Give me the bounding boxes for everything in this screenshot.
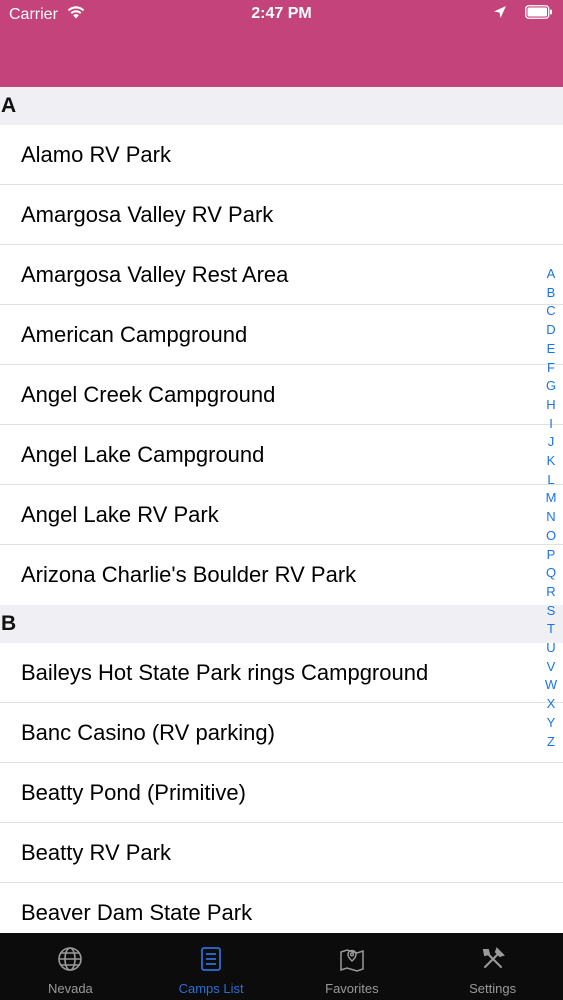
tab-label: Settings bbox=[469, 981, 517, 996]
map-pin-icon bbox=[338, 945, 366, 973]
index-letter-t[interactable]: T bbox=[547, 620, 555, 639]
section-index[interactable]: ABCDEFGHIJKLMNOPQRSTUVWXYZ bbox=[543, 265, 559, 751]
list-item[interactable]: Angel Creek Campground bbox=[0, 365, 563, 425]
nav-bar: Carrier 2:47 PM bbox=[0, 0, 563, 87]
location-arrow-icon bbox=[493, 5, 507, 24]
index-letter-s[interactable]: S bbox=[547, 602, 556, 621]
tab-label: Nevada bbox=[47, 981, 93, 996]
index-letter-p[interactable]: P bbox=[547, 546, 556, 565]
index-letter-x[interactable]: X bbox=[547, 695, 556, 714]
index-letter-q[interactable]: Q bbox=[546, 564, 556, 583]
tab-nevada[interactable]: Nevada bbox=[0, 933, 141, 1000]
index-letter-o[interactable]: O bbox=[546, 527, 556, 546]
tab-label: Favorites bbox=[325, 981, 379, 996]
index-letter-l[interactable]: L bbox=[547, 471, 554, 490]
index-letter-m[interactable]: M bbox=[546, 489, 557, 508]
index-letter-c[interactable]: C bbox=[546, 302, 555, 321]
index-letter-v[interactable]: V bbox=[547, 658, 556, 677]
index-letter-j[interactable]: J bbox=[548, 433, 555, 452]
battery-icon bbox=[525, 5, 553, 24]
index-letter-z[interactable]: Z bbox=[547, 733, 555, 752]
index-letter-n[interactable]: N bbox=[546, 508, 555, 527]
camps-list[interactable]: A Alamo RV Park Amargosa Valley RV Park Ama… bbox=[0, 87, 563, 933]
index-letter-b[interactable]: B bbox=[547, 284, 556, 303]
status-time: 2:47 PM bbox=[251, 5, 312, 22]
index-letter-w[interactable]: W bbox=[545, 676, 557, 695]
list-item[interactable]: Angel Lake RV Park bbox=[0, 485, 563, 545]
list-icon bbox=[197, 945, 225, 973]
list-item[interactable]: Beaver Dam State Park bbox=[0, 883, 563, 933]
list-item[interactable]: Alamo RV Park bbox=[0, 125, 563, 185]
list-item[interactable]: Angel Lake Campground bbox=[0, 425, 563, 485]
tab-favorites[interactable]: Favorites bbox=[282, 933, 423, 1000]
list-item[interactable]: Banc Casino (RV parking) bbox=[0, 703, 563, 763]
index-letter-h[interactable]: H bbox=[546, 396, 555, 415]
index-letter-f[interactable]: F bbox=[547, 359, 555, 378]
index-letter-i[interactable]: I bbox=[549, 415, 553, 434]
list-item[interactable]: Beatty RV Park bbox=[0, 823, 563, 883]
list-item[interactable]: Amargosa Valley Rest Area bbox=[0, 245, 563, 305]
section-header-a: A bbox=[0, 87, 563, 125]
status-right bbox=[493, 5, 553, 24]
tab-camps-list[interactable]: Camps List bbox=[141, 933, 282, 1000]
index-letter-y[interactable]: Y bbox=[547, 714, 556, 733]
tab-bar: Nevada Camps List Favorites Settings bbox=[0, 933, 563, 1000]
tools-icon bbox=[479, 945, 507, 973]
index-letter-g[interactable]: G bbox=[546, 377, 556, 396]
tab-label: Camps List bbox=[178, 981, 244, 996]
index-letter-d[interactable]: D bbox=[546, 321, 555, 340]
list-item[interactable]: Baileys Hot State Park rings Campground bbox=[0, 643, 563, 703]
index-letter-k[interactable]: K bbox=[547, 452, 556, 471]
list-item[interactable]: Amargosa Valley RV Park bbox=[0, 185, 563, 245]
section-header-b: B bbox=[0, 605, 563, 643]
screen: Carrier 2:47 PM A Alamo RV Park Amargosa… bbox=[0, 0, 563, 1000]
list-item[interactable]: Arizona Charlie's Boulder RV Park bbox=[0, 545, 563, 605]
index-letter-r[interactable]: R bbox=[546, 583, 555, 602]
globe-icon bbox=[56, 945, 84, 973]
index-letter-a[interactable]: A bbox=[547, 265, 556, 284]
status-bar: Carrier 2:47 PM bbox=[0, 0, 563, 30]
tab-settings[interactable]: Settings bbox=[422, 933, 563, 1000]
index-letter-e[interactable]: E bbox=[547, 340, 556, 359]
index-letter-u[interactable]: U bbox=[546, 639, 555, 658]
list-item[interactable]: Beatty Pond (Primitive) bbox=[0, 763, 563, 823]
list-item[interactable]: American Campground bbox=[0, 305, 563, 365]
